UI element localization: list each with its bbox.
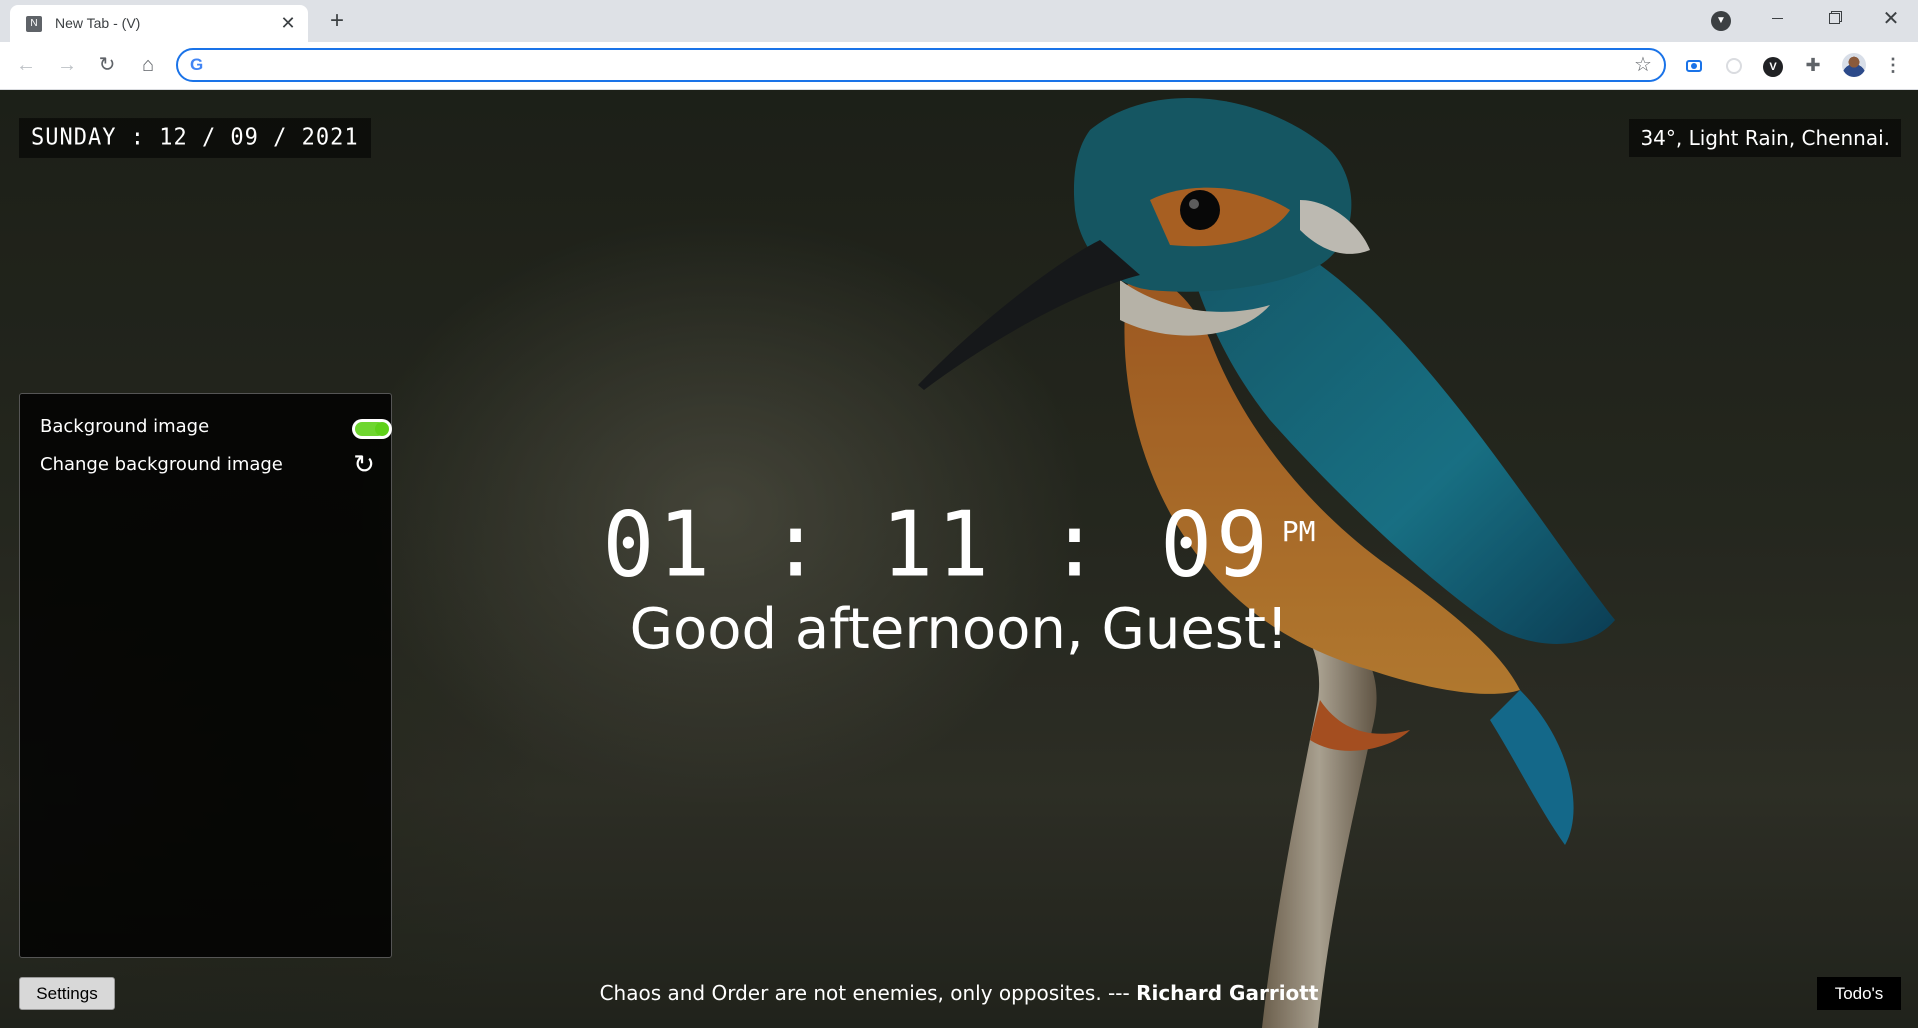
tab-search-icon[interactable]: ▼	[1711, 11, 1731, 31]
setting-change-background: Change background image ↻	[40, 450, 380, 480]
setting-background-image: Background image	[40, 412, 392, 442]
bookmark-star-icon[interactable]: ☆	[1634, 53, 1652, 77]
timer-extension-icon[interactable]	[1723, 54, 1745, 76]
background-image-toggle[interactable]	[352, 419, 392, 439]
quote-text: Chaos and Order are not enemies, only op…	[599, 981, 1137, 1005]
address-input[interactable]	[216, 54, 1610, 78]
screenshot-extension-icon[interactable]	[1683, 54, 1705, 76]
refresh-icon[interactable]: ↻	[350, 450, 378, 480]
date-display: SUNDAY : 12 / 09 / 2021	[19, 118, 371, 158]
toggle-knob	[375, 422, 389, 436]
setting-label: Change background image	[40, 454, 283, 475]
profile-avatar[interactable]	[1842, 53, 1866, 77]
newtab-page: SUNDAY : 12 / 09 / 2021 34°, Light Rain,…	[0, 90, 1918, 1028]
google-g-icon: G	[190, 55, 204, 74]
quote-author: Richard Garriott	[1136, 981, 1319, 1005]
clock-time: 01 : 11 : 09	[602, 492, 1272, 598]
back-arrow-icon[interactable]: ←	[12, 51, 40, 79]
clock: 01 : 11 : 09 PM	[0, 492, 1918, 598]
new-tab-button[interactable]: +	[324, 8, 350, 34]
forward-arrow-icon[interactable]: →	[53, 51, 81, 79]
v-extension-icon[interactable]: V	[1762, 54, 1784, 77]
browser-tabstrip: N New Tab - (V) ✕ + ▼ ✕	[0, 0, 1918, 42]
setting-label: Background image	[40, 416, 210, 437]
home-icon[interactable]: ⌂	[134, 51, 162, 79]
clock-ampm: PM	[1281, 515, 1316, 548]
greeting: Good afternoon, Guest!	[629, 597, 1289, 662]
reload-icon[interactable]: ↻	[93, 51, 121, 79]
minimize-button[interactable]	[1754, 0, 1800, 40]
settings-button[interactable]: Settings	[19, 977, 115, 1010]
extensions-puzzle-icon[interactable]: ✚	[1802, 54, 1824, 76]
todo-button[interactable]: Todo's	[1817, 977, 1901, 1010]
tab-new-tab[interactable]: N New Tab - (V) ✕	[10, 5, 308, 42]
tab-favicon-icon: N	[26, 16, 42, 32]
tab-title: New Tab - (V)	[55, 15, 141, 31]
settings-panel: Background image Change background image…	[19, 393, 392, 958]
restore-button[interactable]	[1811, 0, 1857, 40]
newtab-overlay: SUNDAY : 12 / 09 / 2021 34°, Light Rain,…	[0, 90, 1918, 1028]
browser-toolbar: ← → ↻ ⌂ G ☆ V ✚ ⋮	[0, 42, 1918, 90]
tab-close-icon[interactable]: ✕	[278, 13, 298, 33]
browser-menu-icon[interactable]: ⋮	[1882, 54, 1904, 76]
window-close-button[interactable]: ✕	[1868, 0, 1914, 40]
weather-display: 34°, Light Rain, Chennai.	[1629, 119, 1901, 157]
address-bar[interactable]: G ☆	[176, 48, 1666, 82]
quote: Chaos and Order are not enemies, only op…	[0, 981, 1918, 1005]
